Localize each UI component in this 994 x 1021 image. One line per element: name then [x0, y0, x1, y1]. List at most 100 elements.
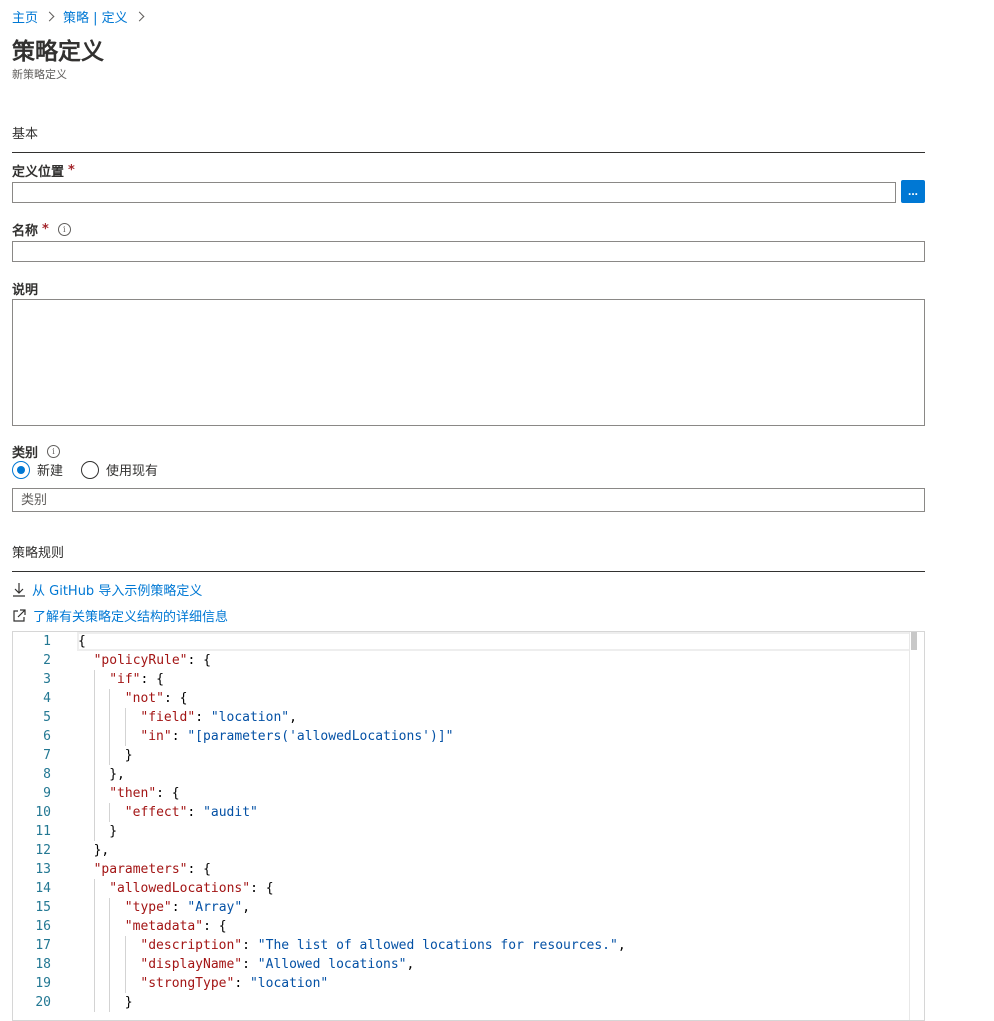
section-divider — [12, 152, 925, 153]
line-number: 9 — [43, 786, 51, 801]
code-line[interactable]: 8}, — [13, 765, 924, 784]
radio-button-selected[interactable] — [12, 460, 30, 479]
code-line[interactable]: 1{ — [13, 632, 924, 651]
radio-label-new: 新建 — [37, 464, 64, 479]
learn-more-link-text: 了解有关策略定义结构的详细信息 — [33, 610, 229, 625]
name-label-text: 名称 — [12, 224, 39, 239]
import-github-link[interactable]: 从 GitHub 导入示例策略定义 — [12, 580, 202, 599]
line-number: 6 — [43, 729, 51, 744]
category-input[interactable] — [12, 488, 925, 512]
indent-guide — [93, 822, 95, 841]
code-line[interactable]: 20} — [13, 993, 924, 1012]
code-text: } — [124, 995, 133, 1010]
breadcrumb-policy-definitions-link[interactable]: 策略 | 定义 — [63, 7, 128, 26]
indent-guide — [93, 917, 95, 936]
policy-rule-json-editor[interactable]: 1{2 "policyRule": {3 "if": { 4 "not": { 5 "fie… — [12, 631, 925, 1021]
indent-guide — [109, 917, 111, 936]
indent-guide — [93, 670, 95, 689]
description-label: 说明 — [12, 279, 38, 298]
line-number: 12 — [35, 843, 51, 858]
indent-guide — [109, 689, 111, 708]
code-line[interactable]: 14 "allowedLocations": { — [13, 879, 924, 898]
code-text: "type": "Array", — [124, 900, 251, 915]
code-text: "then": { — [109, 786, 180, 801]
code-line[interactable]: 3 "if": { — [13, 670, 924, 689]
required-asterisk: * — [68, 163, 75, 178]
description-textarea[interactable] — [12, 299, 925, 426]
line-number: 18 — [35, 957, 51, 972]
indent-guide — [124, 936, 126, 955]
indent-guide — [124, 708, 126, 727]
code-text: "effect": "audit" — [124, 805, 258, 820]
section-divider — [12, 571, 925, 572]
code-line[interactable]: 17 "description": "The list of allowed lo… — [13, 936, 924, 955]
code-line[interactable]: 9 "then": { — [13, 784, 924, 803]
line-number: 7 — [43, 748, 51, 763]
indent-guide — [93, 784, 95, 803]
indent-guide — [93, 746, 95, 765]
indent-guide — [93, 955, 95, 974]
code-text: "metadata": { — [124, 919, 227, 934]
code-text: "not": { — [124, 691, 188, 706]
code-text: } — [124, 748, 133, 763]
line-number: 3 — [43, 672, 51, 687]
definition-location-input[interactable] — [12, 182, 896, 203]
code-line[interactable]: 19 "strongType": "location" — [13, 974, 924, 993]
required-asterisk: * — [42, 222, 49, 237]
code-line[interactable]: 13 "parameters": { — [13, 860, 924, 879]
name-input[interactable] — [12, 241, 925, 262]
code-text: } — [109, 824, 118, 839]
line-number: 19 — [35, 976, 51, 991]
code-line[interactable]: 16 "metadata": { — [13, 917, 924, 936]
description-label-text: 说明 — [12, 283, 39, 298]
line-number: 17 — [35, 938, 51, 953]
indent-guide — [109, 955, 111, 974]
info-icon[interactable]: i — [57, 223, 71, 236]
indent-guide — [93, 936, 95, 955]
category-label: 类别 i — [12, 442, 61, 461]
code-line[interactable]: 18 "displayName": "Allowed locations", — [13, 955, 924, 974]
breadcrumb: 主页 策略 | 定义 — [12, 7, 153, 26]
radio-label-use-existing: 使用现有 — [106, 464, 159, 479]
breadcrumb-home-link[interactable]: 主页 — [12, 7, 38, 26]
info-icon[interactable]: i — [47, 445, 61, 458]
indent-guide — [93, 765, 95, 784]
code-line[interactable]: 11} — [13, 822, 924, 841]
indent-guide — [93, 879, 95, 898]
import-github-link-text: 从 GitHub 导入示例策略定义 — [32, 584, 203, 599]
chevron-right-icon — [134, 11, 145, 22]
radio-option-new[interactable]: 新建 — [12, 460, 63, 479]
chevron-right-icon — [44, 11, 55, 22]
line-number: 1 — [43, 634, 51, 649]
page-subtitle: 新策略定义 — [12, 68, 67, 81]
section-policy-rule-header: 策略规则 — [12, 546, 65, 561]
line-number: 10 — [35, 805, 51, 820]
code-line[interactable]: 12}, — [13, 841, 924, 860]
indent-guide — [93, 689, 95, 708]
name-label: 名称 * i — [12, 220, 71, 239]
line-number: 5 — [43, 710, 51, 725]
code-line[interactable]: 4 "not": { — [13, 689, 924, 708]
code-line[interactable]: 6 "in": "[parameters('allowedLocations')]… — [13, 727, 924, 746]
indent-guide — [109, 974, 111, 993]
download-icon — [13, 583, 25, 597]
code-text: }, — [93, 843, 110, 858]
page-title: 策略定义 — [12, 39, 104, 65]
code-line[interactable]: 5 "field": "location", — [13, 708, 924, 727]
line-number: 14 — [35, 881, 51, 896]
radio-option-use-existing[interactable]: 使用现有 — [81, 460, 158, 479]
code-line[interactable]: 7} — [13, 746, 924, 765]
browse-location-button[interactable]: ... — [901, 180, 925, 203]
line-number: 11 — [35, 824, 51, 839]
indent-guide — [109, 803, 111, 822]
radio-button[interactable] — [81, 460, 100, 479]
code-line[interactable]: 10 "effect": "audit" — [13, 803, 924, 822]
code-line[interactable]: 15 "type": "Array", — [13, 898, 924, 917]
code-text: "strongType": "location" — [140, 976, 329, 991]
line-number: 4 — [43, 691, 51, 706]
indent-guide — [109, 727, 111, 746]
indent-guide — [109, 746, 111, 765]
code-line[interactable]: 2 "policyRule": { — [13, 651, 924, 670]
indent-guide — [124, 974, 126, 993]
learn-more-link[interactable]: 了解有关策略定义结构的详细信息 — [12, 606, 228, 625]
